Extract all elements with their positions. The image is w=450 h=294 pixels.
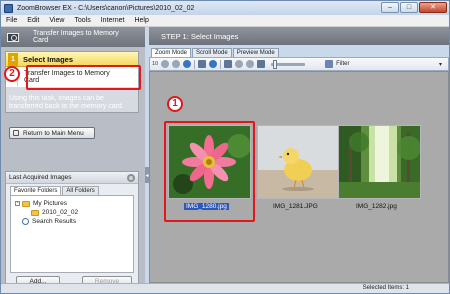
collapse-toggle-icon[interactable]: - [15, 201, 20, 206]
slider-knob[interactable] [273, 59, 278, 69]
rotate-right-icon[interactable] [172, 60, 181, 68]
thumbnail-viewer: IMG_1280.jpg IMG_1281.JPG IMG_1282.jpg [149, 71, 449, 283]
tree-item-label: My Pictures [33, 200, 67, 207]
zoom-in-icon[interactable] [235, 60, 244, 68]
filter-icon[interactable] [325, 60, 334, 68]
tab-scroll-mode[interactable]: Scroll Mode [192, 48, 232, 57]
chick-photo [258, 126, 339, 198]
menu-bar: File Edit View Tools Internet Help [1, 15, 449, 27]
zoom-level-label: 10 [152, 61, 159, 67]
step-title: STEP 1: Select Images [161, 31, 239, 41]
thumbnail-label-img-1281[interactable]: IMG_1281.JPG [273, 203, 318, 210]
app-window: ZoomBrowser EX - C:\Users\canon\Pictures… [0, 0, 450, 294]
toolbar-separator [220, 59, 222, 69]
callout-1: 1 [167, 96, 183, 112]
tree-item-label: Search Results [32, 218, 77, 225]
thumbnail-img-1281[interactable] [257, 125, 340, 199]
memory-card-icon [7, 32, 19, 42]
tree-item-search-results[interactable]: Search Results [22, 218, 76, 225]
acquired-header: Last Acquired Images ⊗ [6, 172, 138, 184]
tab-zoom-mode[interactable]: Zoom Mode [151, 48, 192, 57]
properties-icon[interactable] [209, 60, 218, 68]
tree-item-my-pictures[interactable]: - My Pictures [15, 200, 67, 207]
window-title: ZoomBrowser EX - C:\Users\canon\Pictures… [17, 4, 195, 12]
status-bar: Selected Items: 1 [1, 283, 449, 293]
step-label-1: Select Images [23, 54, 74, 64]
forest-photo [339, 126, 420, 198]
menu-tools[interactable]: Tools [69, 17, 95, 24]
tab-preview-mode[interactable]: Preview Mode [232, 48, 279, 57]
task-panel-header: Transfer Images to Memory Card [1, 27, 145, 47]
step-header: STEP 1: Select Images [149, 27, 449, 45]
tree-item-2010-02-02[interactable]: 2010_02_02 [31, 209, 78, 216]
search-icon [22, 218, 29, 225]
thumbnail-label-img-1282[interactable]: IMG_1282.jpg [356, 203, 397, 210]
browser-area: STEP 1: Select Images Zoom Mode Scroll M… [149, 27, 449, 283]
step-number-1: 1 [8, 52, 18, 66]
select-menu-icon[interactable] [198, 60, 207, 68]
info-icon[interactable] [183, 60, 192, 68]
return-button-label: Return to Main Menu [23, 129, 84, 137]
tree-item-label: 2010_02_02 [42, 209, 79, 216]
filter-dropdown-icon[interactable]: ▾ [439, 61, 442, 68]
zoom-out-icon[interactable] [246, 60, 255, 68]
collapse-icon[interactable]: ⊗ [127, 174, 135, 182]
step2-highlight [26, 65, 141, 90]
menu-edit[interactable]: Edit [22, 17, 44, 24]
task-hint: Using this task, images can be transferr… [9, 95, 124, 110]
minimize-button[interactable]: – [381, 2, 399, 13]
app-icon [4, 3, 13, 13]
thumbnail-size-slider[interactable] [271, 59, 306, 69]
last-acquired-images-panel: Last Acquired Images ⊗ Favorite Folders … [5, 171, 139, 291]
folder-tree: - My Pictures 2010_02_02 Search Results [10, 195, 134, 273]
return-to-main-menu-button[interactable]: Return to Main Menu [9, 127, 95, 139]
menu-file[interactable]: File [1, 17, 22, 24]
menu-help[interactable]: Help [129, 17, 153, 24]
selected-items-count: Selected Items: 1 [362, 285, 409, 291]
view-mode-tabs: Zoom Mode Scroll Mode Preview Mode [151, 48, 280, 57]
acquired-title: Last Acquired Images [9, 174, 72, 181]
folder-icon [31, 209, 39, 216]
fit-icon[interactable] [257, 60, 266, 68]
window-controls: – □ ✕ [381, 2, 447, 13]
task-title: Transfer Images to Memory Card [33, 30, 119, 44]
maximize-button[interactable]: □ [400, 2, 418, 13]
thumbnail-label-img-1280[interactable]: IMG_1280.jpg [184, 203, 229, 210]
thumbnail-img-1282[interactable] [338, 125, 421, 199]
callout-2: 2 [4, 66, 20, 82]
filter-label[interactable]: Filter [336, 61, 349, 67]
title-bar: ZoomBrowser EX - C:\Users\canon\Pictures… [1, 1, 449, 15]
browser-toolbar: 10 Filter ▾ [149, 57, 449, 71]
rotate-left-icon[interactable] [161, 60, 170, 68]
toolbar-separator [194, 59, 196, 69]
folder-icon [22, 200, 30, 207]
menu-view[interactable]: View [44, 17, 69, 24]
close-button[interactable]: ✕ [419, 2, 447, 13]
menu-internet[interactable]: Internet [96, 17, 130, 24]
select-all-icon[interactable] [224, 60, 233, 68]
return-icon [13, 130, 19, 136]
